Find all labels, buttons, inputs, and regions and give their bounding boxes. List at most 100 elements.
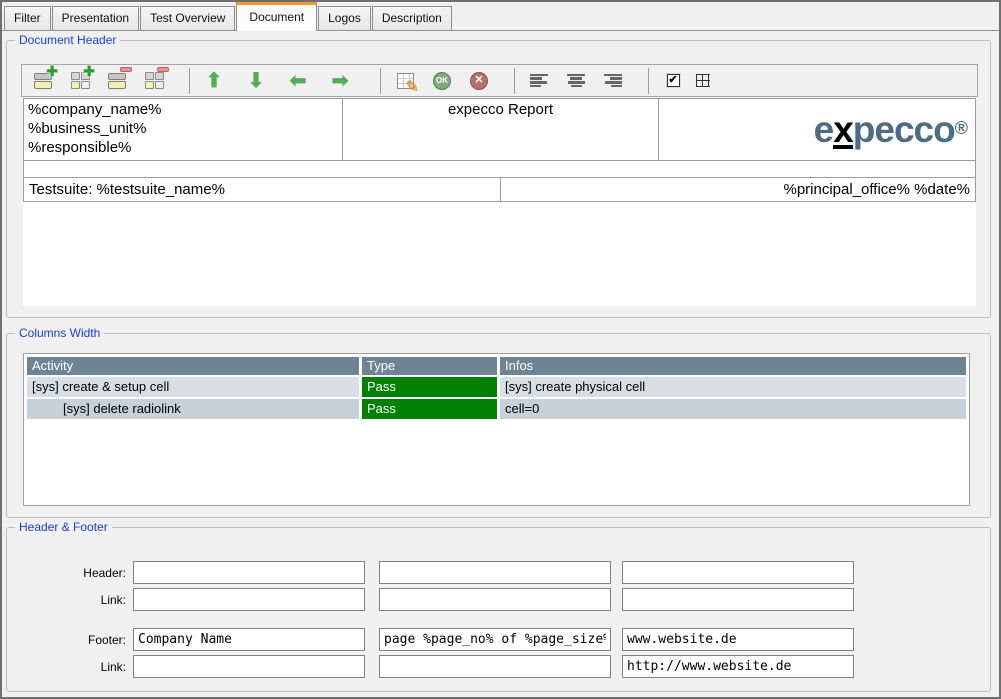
- company-name-line: %company_name%: [28, 100, 338, 119]
- footer-text-field-3[interactable]: [622, 628, 854, 651]
- footer-link-field-2[interactable]: [379, 655, 611, 678]
- footer-input-row: Footer:: [7, 628, 854, 651]
- header-text-field-1[interactable]: [133, 561, 365, 584]
- remove-column-button[interactable]: [141, 68, 167, 94]
- table-header-row: Activity Type Infos: [27, 357, 966, 375]
- group-title: Header & Footer: [15, 520, 112, 534]
- column-header-activity[interactable]: Activity: [27, 357, 359, 375]
- add-column-button[interactable]: ✚: [67, 68, 93, 94]
- header-link-field-3[interactable]: [622, 588, 854, 611]
- document-header-toolbar: ✚ ✚ ⬆ ⬇ ⬅ ➡ ✎: [21, 64, 978, 97]
- header-input-row: Header:: [7, 561, 854, 584]
- responsible-line: %responsible%: [28, 138, 338, 157]
- cancel-icon: ✕: [470, 72, 488, 90]
- align-left-icon: [530, 74, 548, 88]
- ok-icon: OK: [433, 72, 451, 90]
- link-label: Link:: [7, 593, 133, 607]
- tab-presentation[interactable]: Presentation: [52, 6, 139, 30]
- expecco-logo: expecco®: [814, 109, 967, 150]
- minus-icon: [157, 67, 169, 72]
- report-title-cell[interactable]: expecco Report: [343, 98, 659, 161]
- move-down-button[interactable]: ⬇: [243, 68, 269, 94]
- add-row-button[interactable]: ✚: [30, 68, 56, 94]
- logo-cell[interactable]: expecco®: [659, 98, 976, 161]
- align-left-button[interactable]: [526, 68, 552, 94]
- footer-link-field-3[interactable]: [622, 655, 854, 678]
- column-header-type[interactable]: Type: [362, 357, 497, 375]
- header-link-field-2[interactable]: [379, 588, 611, 611]
- testsuite-cell[interactable]: Testsuite: %testsuite_name%: [23, 177, 501, 202]
- ok-button[interactable]: OK: [429, 68, 455, 94]
- footer-link-row: Link:: [7, 655, 854, 678]
- tab-document[interactable]: Document: [236, 2, 317, 31]
- remove-row-icon: [108, 73, 126, 89]
- toolbar-separator: [648, 68, 649, 94]
- company-cell[interactable]: %company_name% %business_unit% %responsi…: [23, 98, 343, 161]
- plus-icon: ✚: [46, 64, 58, 78]
- infos-cell: cell=0: [500, 399, 966, 419]
- principal-office-cell[interactable]: %principal_office% %date%: [501, 177, 976, 202]
- dialog-window: Filter Presentation Test Overview Docume…: [0, 0, 1001, 699]
- toolbar-separator: [189, 68, 190, 94]
- plus-icon: ✚: [83, 64, 95, 78]
- remove-row-button[interactable]: [104, 68, 130, 94]
- align-center-button[interactable]: [563, 68, 589, 94]
- document-header-group: Document Header ✚ ✚ ⬆ ⬇ ⬅ ➡: [6, 40, 991, 318]
- columns-width-table[interactable]: Activity Type Infos [sys] create & setup…: [23, 353, 970, 506]
- header-footer-group: Header & Footer Header: Link: Footer: Li…: [6, 527, 991, 692]
- arrow-down-icon: ⬇: [248, 68, 265, 93]
- header-text-field-3[interactable]: [622, 561, 854, 584]
- report-title: expecco Report: [448, 101, 553, 118]
- columns-width-group: Columns Width Activity Type Infos [sys] …: [6, 333, 991, 518]
- business-unit-line: %business_unit%: [28, 119, 338, 138]
- remove-column-icon: [145, 72, 164, 89]
- move-right-button[interactable]: ➡: [327, 68, 353, 94]
- show-grid-checkbox[interactable]: ✔: [660, 68, 686, 94]
- arrow-right-icon: ➡: [332, 68, 349, 93]
- type-cell-pass: Pass: [362, 399, 497, 419]
- tab-filter[interactable]: Filter: [4, 6, 51, 30]
- header-text-field-2[interactable]: [379, 561, 611, 584]
- infos-cell: [sys] create physical cell: [500, 377, 966, 397]
- edit-cell-button[interactable]: ✎: [392, 68, 418, 94]
- footer-text-field-1[interactable]: [133, 628, 365, 651]
- cancel-button[interactable]: ✕: [466, 68, 492, 94]
- table-row[interactable]: [sys] delete radiolink Pass cell=0: [27, 399, 966, 419]
- column-header-infos[interactable]: Infos: [500, 357, 966, 375]
- pencil-icon: ✎: [406, 80, 419, 96]
- group-title: Document Header: [15, 33, 120, 47]
- header-row-1: %company_name% %business_unit% %responsi…: [23, 98, 976, 161]
- header-row-2: Testsuite: %testsuite_name% %principal_o…: [23, 177, 976, 202]
- type-cell-pass: Pass: [362, 377, 497, 397]
- minus-icon: [120, 67, 132, 72]
- footer-label: Footer:: [7, 633, 133, 647]
- activity-cell: [sys] delete radiolink: [27, 399, 359, 419]
- footer-text-field-2[interactable]: [379, 628, 611, 651]
- toolbar-separator: [514, 68, 515, 94]
- header-link-field-1[interactable]: [133, 588, 365, 611]
- grid-icon: [696, 74, 710, 87]
- footer-link-field-1[interactable]: [133, 655, 365, 678]
- header-link-row: Link:: [7, 588, 854, 611]
- table-row[interactable]: [sys] create & setup cell Pass [sys] cre…: [27, 377, 966, 397]
- tab-test-overview[interactable]: Test Overview: [140, 6, 235, 30]
- align-center-icon: [567, 74, 585, 88]
- document-header-preview[interactable]: %company_name% %business_unit% %responsi…: [23, 98, 976, 306]
- toolbar-separator: [380, 68, 381, 94]
- group-title: Columns Width: [15, 326, 104, 340]
- tab-bar: Filter Presentation Test Overview Docume…: [2, 2, 999, 31]
- link-label: Link:: [7, 660, 133, 674]
- header-label: Header:: [7, 566, 133, 580]
- move-up-button[interactable]: ⬆: [201, 68, 227, 94]
- align-right-icon: [604, 74, 622, 88]
- arrow-left-icon: ⬅: [290, 68, 307, 93]
- header-spacer-row: [23, 161, 976, 177]
- tab-description[interactable]: Description: [372, 6, 452, 30]
- align-right-button[interactable]: [600, 68, 626, 94]
- move-left-button[interactable]: ⬅: [285, 68, 311, 94]
- checkbox-checked-icon: ✔: [667, 74, 680, 87]
- arrow-up-icon: ⬆: [206, 68, 223, 93]
- activity-cell: [sys] create & setup cell: [27, 377, 359, 397]
- tab-logos[interactable]: Logos: [318, 6, 371, 30]
- grid-lines-button[interactable]: [690, 68, 716, 94]
